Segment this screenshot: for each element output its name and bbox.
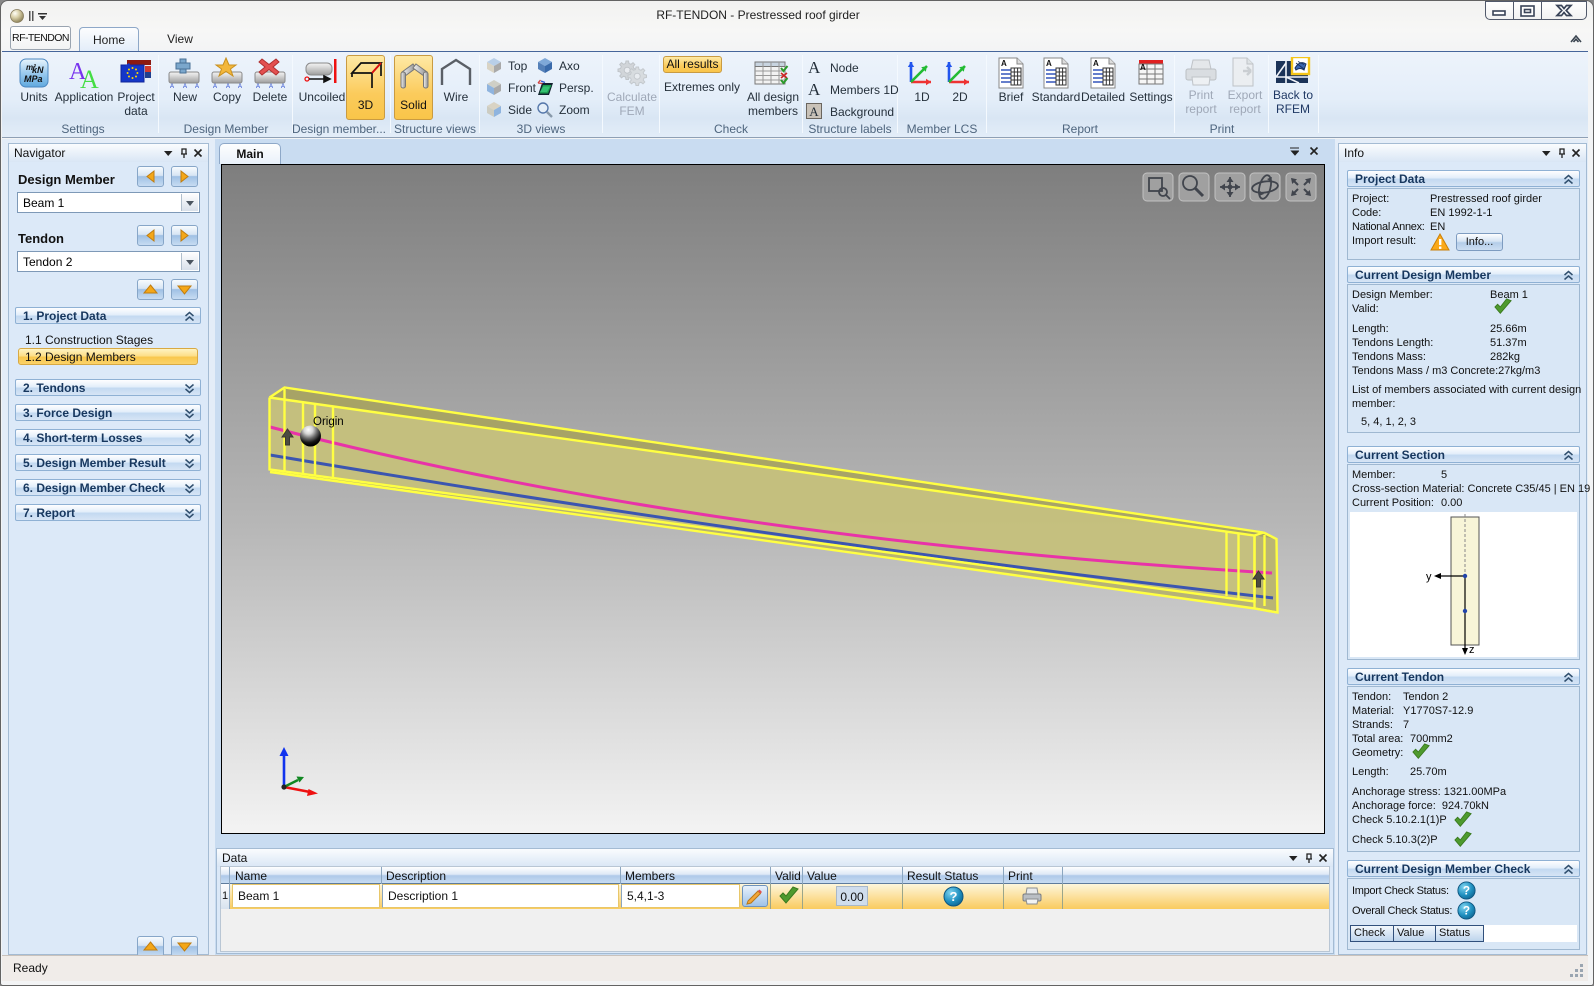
svg-text:?: ?	[1463, 885, 1470, 898]
svg-text:A: A	[226, 84, 230, 89]
svg-text:A: A	[80, 65, 99, 89]
svg-text:A: A	[269, 84, 273, 89]
svg-text:?: ?	[1463, 905, 1470, 918]
svg-text:A: A	[1140, 63, 1146, 72]
svg-text:A: A	[256, 84, 260, 89]
svg-text:MPa: MPa	[24, 74, 43, 84]
svg-text:?: ?	[950, 889, 958, 904]
svg-text:z: z	[1469, 644, 1475, 656]
svg-text:A: A	[1046, 59, 1052, 68]
svg-text:A: A	[238, 84, 242, 89]
svg-text:Origin: Origin	[313, 416, 344, 428]
svg-text:A: A	[213, 84, 217, 89]
svg-text:y: y	[1426, 571, 1432, 583]
svg-text:A: A	[170, 84, 174, 89]
svg-text:A: A	[281, 84, 285, 89]
svg-text:A: A	[1001, 59, 1007, 68]
svg-text:A: A	[195, 84, 199, 89]
svg-text:A: A	[183, 84, 187, 89]
svg-text:A: A	[1093, 59, 1099, 68]
